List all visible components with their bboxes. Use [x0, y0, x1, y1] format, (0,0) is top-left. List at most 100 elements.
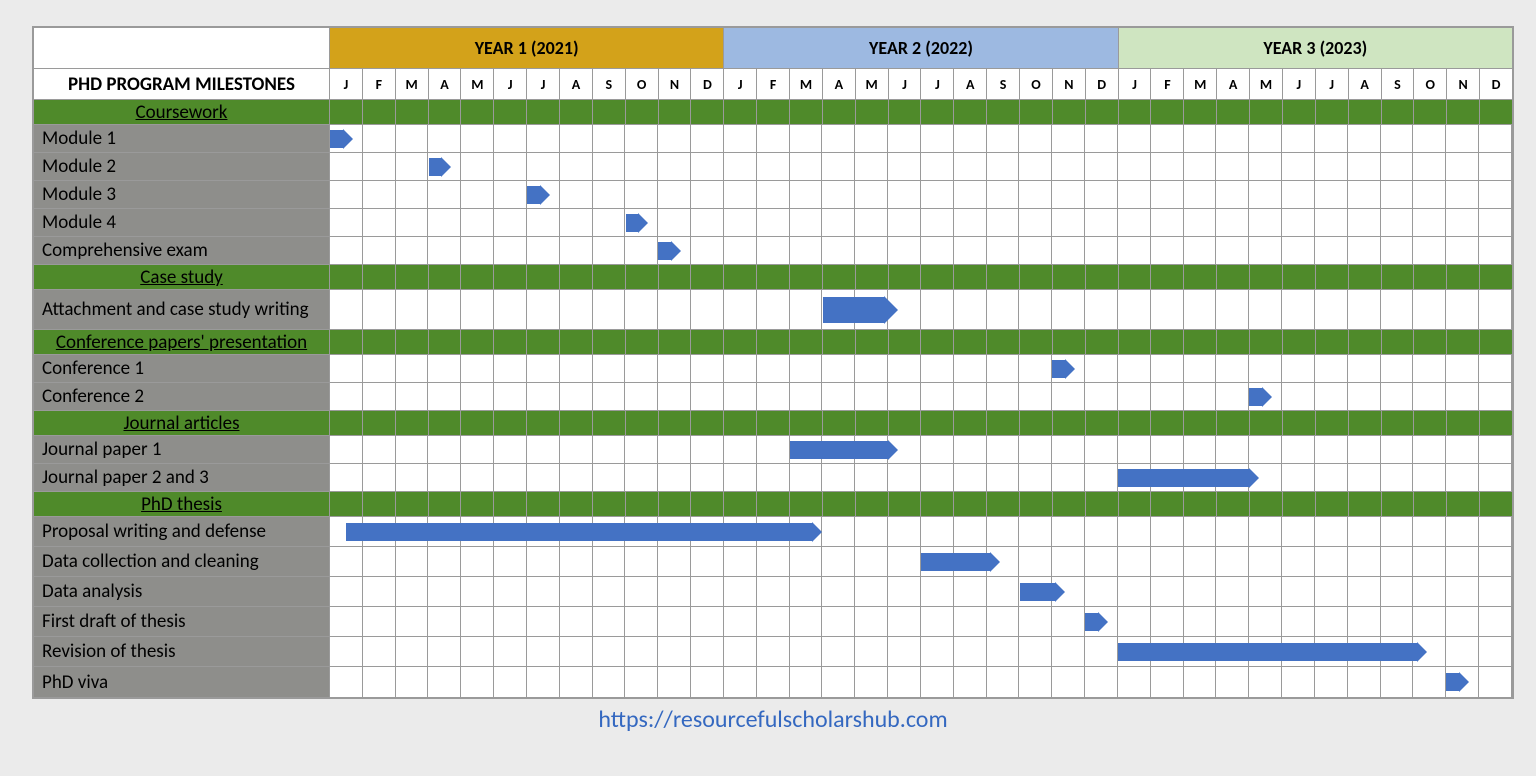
grid-cell [724, 265, 757, 289]
grid-cell [1446, 237, 1479, 264]
grid-cell [757, 577, 790, 606]
grid-cell [1151, 383, 1184, 410]
grid-cell [790, 153, 823, 180]
grid-cell [658, 290, 691, 329]
grid-cell [1151, 237, 1184, 264]
grid-cell [987, 667, 1020, 697]
grid-cell [1118, 577, 1151, 606]
grid-cell [724, 153, 757, 180]
grid-cell [1348, 237, 1381, 264]
section-header: Coursework [34, 100, 1512, 125]
grid-cell [1020, 330, 1053, 354]
grid-cell [1085, 383, 1118, 410]
grid-cell [1349, 330, 1382, 354]
month-header-cell: J [724, 69, 757, 99]
grid-cell [822, 607, 855, 636]
grid-cell [856, 265, 889, 289]
task-label: Module 3 [34, 181, 330, 208]
grid-cell [1413, 577, 1446, 606]
grid-cell [1413, 181, 1446, 208]
grid-cell [461, 237, 494, 264]
grid-cell [1249, 436, 1282, 463]
grid-cell [1381, 125, 1414, 152]
grid-cell [1184, 100, 1217, 124]
grid-cell [1413, 209, 1446, 236]
grid-cell [330, 100, 363, 124]
grid-cell [1479, 290, 1512, 329]
grid-cell [593, 181, 626, 208]
grid-cell [527, 153, 560, 180]
grid-cell [987, 355, 1020, 382]
grid-cell [1249, 355, 1282, 382]
grid-cell [757, 492, 790, 516]
grid-cell [790, 181, 823, 208]
month-header-cell: N [1447, 69, 1480, 99]
task-row: Module 2 [34, 153, 1512, 181]
grid-cell [363, 355, 396, 382]
gantt-bar [790, 441, 888, 459]
grid-cell [888, 355, 921, 382]
grid-cell [1118, 383, 1151, 410]
grid-cell [1381, 667, 1414, 697]
grid-cell [1019, 355, 1052, 382]
grid-cell [1151, 209, 1184, 236]
grid-cell [888, 125, 921, 152]
grid-cell [527, 330, 560, 354]
grid-cell [1151, 411, 1184, 435]
grid-cell [1052, 637, 1085, 666]
grid-cell [1283, 492, 1316, 516]
grid-cell [428, 355, 461, 382]
grid-cell [461, 464, 494, 491]
grid-cell [1217, 100, 1250, 124]
grid-cell [724, 330, 757, 354]
grid-cell [691, 355, 724, 382]
grid-cell [1348, 464, 1381, 491]
task-label: Proposal writing and defense [34, 517, 330, 546]
grid-cell [1282, 125, 1315, 152]
grid-cell [461, 125, 494, 152]
grid-cell [1382, 265, 1415, 289]
grid-cell [1184, 577, 1217, 606]
grid-cell [1249, 547, 1282, 576]
grid-cell [1184, 355, 1217, 382]
grid-cell [987, 464, 1020, 491]
footer-url[interactable]: https://resourcefulscholarshub.com [32, 705, 1514, 734]
grid-cell [494, 330, 527, 354]
grid-cell [1282, 517, 1315, 546]
grid-cell [724, 355, 757, 382]
grid-cell [1085, 125, 1118, 152]
grid-cell [855, 637, 888, 666]
gantt-bar [1446, 673, 1459, 691]
grid-cell [987, 125, 1020, 152]
blank-corner [34, 28, 330, 68]
grid-cell [1184, 492, 1217, 516]
gantt-bar [1085, 613, 1098, 631]
grid-cell [1250, 411, 1283, 435]
grid-cell [855, 607, 888, 636]
grid-cell [724, 436, 757, 463]
grid-cell [790, 411, 823, 435]
grid-cell [757, 153, 790, 180]
grid-cell [921, 667, 954, 697]
grid-area [330, 237, 1512, 264]
grid-cell [527, 607, 560, 636]
grid-cell [1052, 209, 1085, 236]
month-header-cell: M [461, 69, 494, 99]
grid-cell [1413, 125, 1446, 152]
grid-cell [1019, 517, 1052, 546]
grid-cell [1446, 355, 1479, 382]
grid-cell [428, 237, 461, 264]
grid-cell [855, 577, 888, 606]
grid-cell [790, 607, 823, 636]
grid-cell [889, 492, 922, 516]
grid-cell [396, 209, 429, 236]
grid-cell [1085, 355, 1118, 382]
grid-cell [691, 265, 724, 289]
grid-cell [1019, 290, 1052, 329]
grid-cell [330, 667, 363, 697]
grid-cell [1316, 100, 1349, 124]
grid-cell [1216, 547, 1249, 576]
grid-cell [428, 181, 461, 208]
grid-cell [330, 355, 363, 382]
grid-cell [330, 607, 363, 636]
